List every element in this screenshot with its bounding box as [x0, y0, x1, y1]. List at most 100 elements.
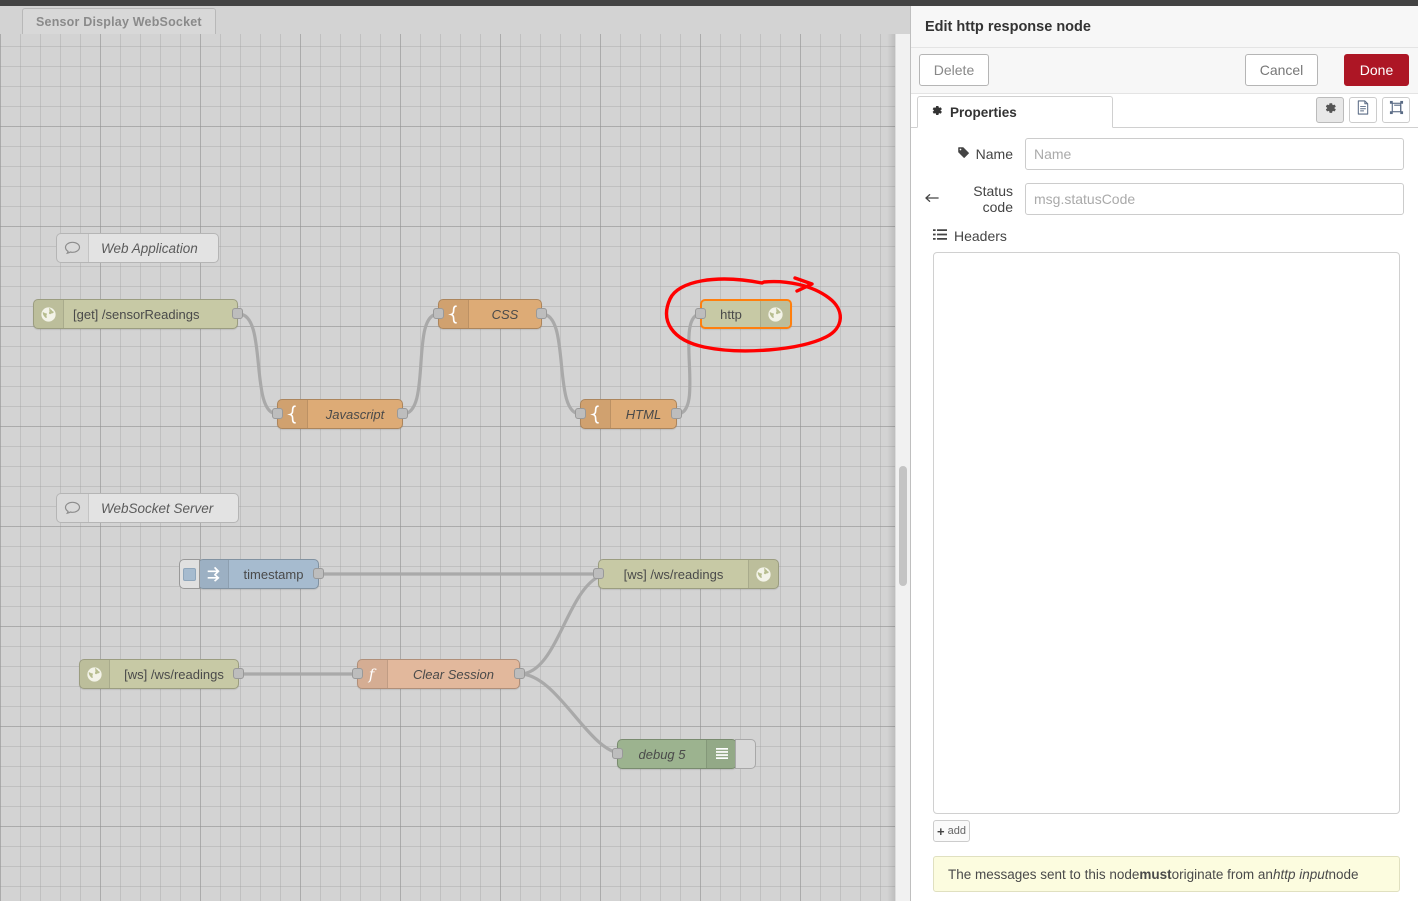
node-input-port[interactable]: [593, 568, 604, 579]
form-row-name: Name: [925, 138, 1404, 170]
node-output-port[interactable]: [233, 668, 244, 679]
properties-icon-tab[interactable]: [1316, 97, 1344, 123]
red-annotation-ellipse: [664, 276, 842, 353]
flow-node-function-clear-session[interactable]: f Clear Session: [352, 659, 525, 689]
flow-node-websocket-out-readings[interactable]: [ws] /ws/readings: [593, 559, 779, 589]
flow-wires: [238, 312, 702, 755]
node-output-port[interactable]: [313, 568, 324, 579]
description-icon-tab[interactable]: [1349, 97, 1377, 123]
globe-icon: [760, 301, 790, 327]
tab-properties[interactable]: Properties: [917, 96, 1113, 128]
arrow-left-icon: [925, 191, 940, 207]
flow-node-label: timestamp: [243, 566, 304, 582]
debug-enable-toggle[interactable]: [735, 739, 756, 769]
headers-label-text: Headers: [954, 228, 1007, 244]
name-label: Name: [925, 146, 1025, 162]
plus-icon: +: [937, 823, 945, 839]
flow-node-label: http: [720, 306, 742, 322]
cancel-button[interactable]: Cancel: [1245, 54, 1318, 86]
flow-node-label: Clear Session: [413, 666, 494, 682]
tag-icon: [957, 146, 970, 162]
info-bold: must: [1139, 866, 1172, 882]
globe-icon: [748, 560, 778, 588]
node-input-port[interactable]: [575, 408, 586, 419]
status-code-label: Status code: [925, 183, 1025, 215]
info-text-2: originate from an: [1171, 866, 1273, 882]
canvas-right-shadow: [887, 34, 895, 901]
gear-icon: [930, 104, 943, 120]
flow-node-http-in-sensorreadings[interactable]: [get] /sensorReadings: [33, 299, 243, 329]
flow-node-http-response[interactable]: http: [695, 299, 792, 329]
node-input-port[interactable]: [612, 748, 623, 759]
canvas-vertical-scrollbar[interactable]: [895, 34, 910, 901]
status-code-label-text: Status code: [973, 183, 1013, 215]
node-output-port[interactable]: [671, 408, 682, 419]
edit-node-panel: Edit http response node Delete Cancel Do…: [910, 6, 1418, 901]
done-button[interactable]: Done: [1344, 54, 1409, 86]
flow-node-template-javascript[interactable]: Javascript: [272, 399, 408, 429]
flow-canvas[interactable]: Web Application WebSocket Server [get] /…: [0, 34, 910, 901]
appearance-icon-tab[interactable]: [1382, 97, 1410, 123]
info-italic: http input: [1272, 866, 1329, 882]
scrollbar-thumb[interactable]: [899, 466, 907, 586]
name-input[interactable]: [1025, 138, 1404, 170]
flow-tab-label: Sensor Display WebSocket: [36, 14, 202, 29]
flow-node-label: [ws] /ws/readings: [623, 566, 724, 582]
tab-properties-label: Properties: [950, 104, 1017, 120]
done-button-label: Done: [1359, 62, 1394, 78]
flow-node-inject-timestamp[interactable]: timestamp: [179, 559, 324, 589]
comment-node-websocket-server[interactable]: WebSocket Server: [56, 493, 239, 523]
panel-title: Edit http response node: [911, 6, 1418, 48]
globe-icon: [34, 300, 64, 328]
properties-form: Name Status code: [911, 128, 1418, 901]
inject-button-square-icon: [183, 567, 196, 581]
comment-label: WebSocket Server: [101, 500, 214, 516]
flow-node-label: [get] /sensorReadings: [73, 306, 200, 322]
add-header-label: add: [947, 825, 966, 837]
inject-arrow-icon: [199, 560, 229, 588]
document-icon: [1356, 100, 1370, 120]
node-output-port[interactable]: [514, 668, 525, 679]
comment-icon: [57, 234, 89, 262]
flow-node-debug-5[interactable]: debug 5: [612, 739, 756, 769]
info-text-1: The messages sent to this node: [948, 866, 1140, 882]
name-label-text: Name: [975, 146, 1013, 162]
info-text-3: node: [1328, 866, 1359, 882]
node-input-port[interactable]: [272, 408, 283, 419]
flow-node-websocket-in-readings[interactable]: [ws] /ws/readings: [79, 659, 244, 689]
flow-workspace: Sensor Display WebSocket Web Application…: [0, 6, 910, 901]
flow-node-label: Javascript: [325, 406, 385, 422]
node-input-port[interactable]: [695, 308, 706, 319]
flow-node-label: [ws] /ws/readings: [124, 666, 224, 682]
debug-list-icon: [706, 740, 736, 768]
panel-tab-icons: [1316, 97, 1410, 123]
node-output-port[interactable]: [232, 308, 243, 319]
delete-button[interactable]: Delete: [919, 54, 989, 86]
flow-node-label: CSS: [491, 306, 519, 322]
node-input-port[interactable]: [433, 308, 444, 319]
flow-node-template-html[interactable]: HTML: [575, 399, 682, 429]
panel-title-text: Edit http response node: [925, 18, 1091, 35]
delete-button-label: Delete: [933, 62, 975, 78]
info-message: The messages sent to this node must orig…: [933, 856, 1400, 892]
status-code-input[interactable]: [1025, 183, 1404, 215]
cancel-button-label: Cancel: [1259, 62, 1304, 78]
node-output-port[interactable]: [397, 408, 408, 419]
gear-icon: [1323, 101, 1337, 120]
add-header-button[interactable]: + add: [933, 820, 970, 842]
headers-label: Headers: [933, 228, 1404, 244]
comment-node-web-application[interactable]: Web Application: [56, 233, 219, 263]
node-input-port[interactable]: [352, 668, 363, 679]
form-row-status-code: Status code: [925, 183, 1404, 215]
flow-node-template-css[interactable]: CSS: [433, 299, 547, 329]
globe-icon: [80, 660, 110, 688]
flow-node-label: HTML: [625, 406, 662, 422]
flow-tab-sensor-display-websocket[interactable]: Sensor Display WebSocket: [22, 8, 216, 34]
flow-tab-bar: Sensor Display WebSocket: [0, 6, 910, 34]
comment-icon: [57, 494, 89, 522]
node-output-port[interactable]: [536, 308, 547, 319]
headers-list-box[interactable]: [933, 252, 1400, 814]
panel-tab-row: Properties: [911, 94, 1418, 128]
svg-text:f: f: [368, 665, 377, 683]
inject-trigger-button[interactable]: [179, 559, 200, 589]
